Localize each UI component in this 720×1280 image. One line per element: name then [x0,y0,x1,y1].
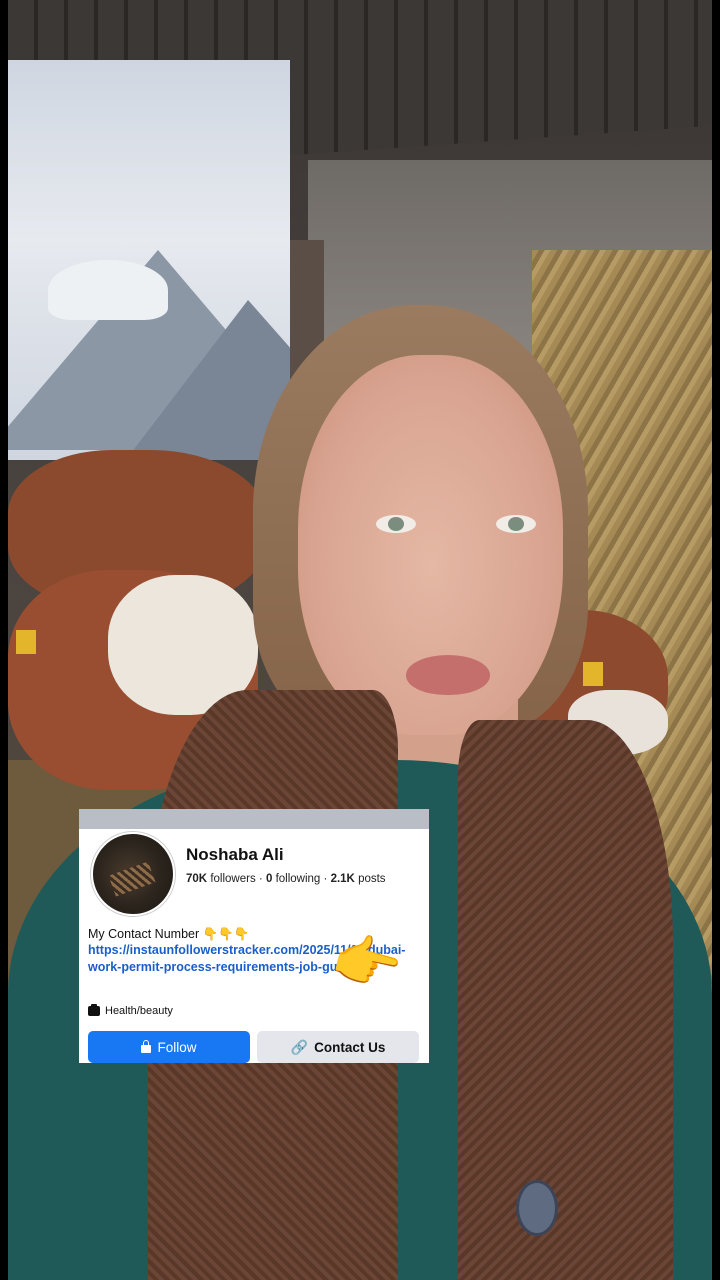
posts-label: posts [358,873,386,885]
briefcase-icon [88,1004,100,1016]
person-eye [376,515,416,533]
followers-count: 70K [186,873,208,885]
ear-tag [583,662,603,686]
lock-icon [141,1039,152,1053]
snow-peak [48,260,168,320]
vest-button [516,1180,558,1236]
card-top-bar [79,809,429,829]
profile-name: Noshaba Ali [186,845,284,864]
follow-button-label: Follow [157,1039,197,1055]
stats-separator: · [323,873,328,885]
person-mouth [406,655,490,695]
contact-us-button[interactable]: 🔗 Contact Us [257,1031,419,1063]
posts-count: 2.1K [330,873,355,885]
category: Health/beauty [88,1004,173,1017]
link-icon: 🔗 [290,1038,309,1055]
following-label: following [275,873,321,885]
followers-label: followers [210,873,256,885]
person-vest [458,720,673,1280]
contact-button-label: Contact Us [314,1039,386,1055]
ear-tag [16,630,36,654]
profile-stats: 70K followers · 0 following · 2.1K posts [186,873,386,885]
following-count: 0 [265,873,273,885]
category-label: Health/beauty [105,1005,173,1017]
video-background [8,0,712,1280]
avatar[interactable] [91,832,175,916]
bio-text: My Contact Number [88,927,200,941]
follow-button[interactable]: Follow [88,1031,250,1063]
window-view [8,60,290,460]
person-eye [496,515,536,533]
stats-separator: · [258,873,263,885]
pointing-down-icon: 👇👇👇 [202,927,250,941]
